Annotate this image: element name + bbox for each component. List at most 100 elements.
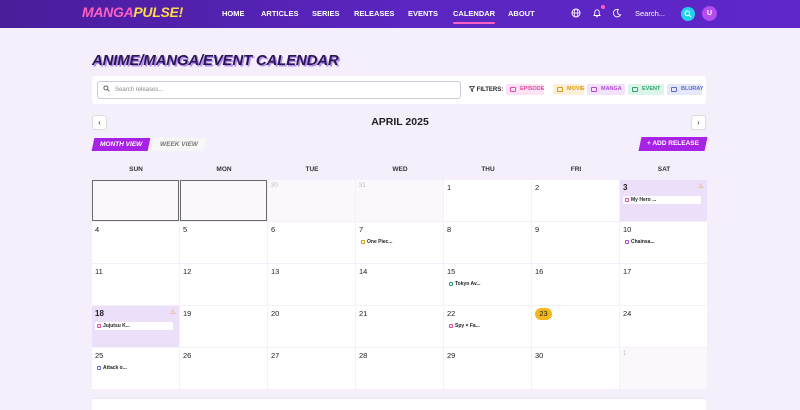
search-button[interactable] xyxy=(681,7,695,21)
weekday-thu: THU xyxy=(481,166,495,173)
day-number: 2 xyxy=(535,183,540,192)
bell-icon[interactable] xyxy=(591,8,603,20)
nav-link-about[interactable]: ABOUT xyxy=(508,0,535,28)
day-number: 14 xyxy=(359,267,368,276)
calendar-day-cell[interactable]: 10 Chainsa... xyxy=(620,222,707,263)
nav-link-calendar[interactable]: CALENDAR xyxy=(453,0,496,28)
nav-link-home[interactable]: HOME xyxy=(222,0,245,28)
day-number: 20 xyxy=(271,309,280,318)
day-number: 1 xyxy=(623,351,627,357)
calendar-day-cell[interactable] xyxy=(180,180,267,221)
filter-chip-label: BLURAY xyxy=(681,86,704,92)
event-episode-icon xyxy=(97,324,101,328)
release-event[interactable]: One Piec... xyxy=(359,238,437,246)
user-avatar[interactable]: U xyxy=(702,6,717,21)
nav-link-releases[interactable]: RELEASES xyxy=(354,0,394,28)
notification-dot xyxy=(601,5,605,9)
nav-link-articles[interactable]: ARTICLES xyxy=(261,0,299,28)
calendar-day-cell[interactable]: 1 xyxy=(620,348,707,389)
day-number: 27 xyxy=(271,351,280,360)
day-number: 5 xyxy=(183,225,188,234)
event-episode-icon xyxy=(625,198,629,202)
calendar-day-cell[interactable]: 19 xyxy=(180,306,267,347)
logo-part-pulse: PULSE! xyxy=(133,4,183,20)
release-event[interactable]: Attack o... xyxy=(95,364,173,372)
calendar-day-cell[interactable]: 8 xyxy=(444,222,531,263)
filter-chip-bluray[interactable]: BLURAY xyxy=(667,84,704,95)
calendar-day-cell[interactable]: 31 xyxy=(356,180,443,221)
month-view-button[interactable]: MONTH VIEW xyxy=(91,138,151,151)
calendar-day-cell[interactable]: 30 xyxy=(532,348,619,389)
bottom-panel xyxy=(92,398,706,410)
filter-chip-manga[interactable]: MANGA xyxy=(587,84,625,95)
calendar-day-cell[interactable]: 15 Tokyo Av... xyxy=(444,264,531,305)
day-number: 3 xyxy=(623,183,628,192)
calendar-day-cell[interactable]: 26 xyxy=(180,348,267,389)
filter-chip-movie[interactable]: MOVIE xyxy=(553,84,585,95)
event-title: Attack o... xyxy=(103,365,127,371)
release-event[interactable]: Chainsa... xyxy=(623,238,701,246)
calendar-day-cell[interactable]: 16 xyxy=(532,264,619,305)
event-bluray-icon xyxy=(97,366,101,370)
next-month-button[interactable]: › xyxy=(691,115,706,130)
calendar-day-cell[interactable]: 21 xyxy=(356,306,443,347)
moon-icon[interactable] xyxy=(611,8,623,20)
day-number: 15 xyxy=(447,267,456,276)
release-event[interactable]: Jujutsu K... xyxy=(95,322,173,330)
calendar-day-cell[interactable]: 9 xyxy=(532,222,619,263)
weekday-wed: WED xyxy=(392,166,408,173)
chevron-left-icon: ‹ xyxy=(98,118,101,127)
day-number: 25 xyxy=(95,351,104,360)
event-event-icon xyxy=(449,282,453,286)
calendar-day-cell[interactable]: 6 xyxy=(268,222,355,263)
calendar-day-cell[interactable]: 29 xyxy=(444,348,531,389)
event-title: Jujutsu K... xyxy=(103,323,130,329)
nav-link-events[interactable]: EVENTS xyxy=(408,0,438,28)
calendar-day-cell[interactable]: 2 xyxy=(532,180,619,221)
weekday-fri: FRI xyxy=(570,166,582,173)
filter-chip-event[interactable]: EVENT xyxy=(628,84,664,95)
calendar-day-cell[interactable]: 28 xyxy=(356,348,443,389)
filter-chip-label: MANGA xyxy=(601,86,622,92)
release-search-input[interactable]: Search releases... xyxy=(97,81,461,99)
release-event[interactable]: My Hero ... xyxy=(623,196,701,204)
event-episode-icon xyxy=(449,324,453,328)
nav-search-input[interactable]: Search... xyxy=(629,6,675,21)
day-number: 7 xyxy=(359,225,364,234)
month-view-label: MONTH VIEW xyxy=(99,141,143,148)
nav-link-series[interactable]: SERIES xyxy=(312,0,340,28)
top-navbar: MANGAPULSE! HOME ARTICLES SERIES RELEASES EV… xyxy=(0,0,800,28)
release-event[interactable]: Spy × Fa... xyxy=(447,322,525,330)
calendar-day-cell[interactable]: 7 One Piec... xyxy=(356,222,443,263)
day-number: 26 xyxy=(183,351,192,360)
calendar-day-cell[interactable]: 30 xyxy=(268,180,355,221)
calendar-day-cell[interactable]: 14 xyxy=(356,264,443,305)
globe-icon[interactable] xyxy=(570,8,582,20)
site-logo[interactable]: MANGAPULSE! xyxy=(82,4,183,20)
calendar-day-cell[interactable]: 25 Attack o... xyxy=(92,348,179,389)
calendar-day-cell[interactable]: 27 xyxy=(268,348,355,389)
calendar-day-cell[interactable]: 4 xyxy=(92,222,179,263)
calendar-day-cell[interactable]: 23 xyxy=(532,306,619,347)
calendar-day-cell[interactable]: 5 xyxy=(180,222,267,263)
calendar-day-cell[interactable]: 18 ♨ Jujutsu K... xyxy=(92,306,179,347)
calendar-day-cell[interactable]: 3 ♨ My Hero ... xyxy=(620,180,707,221)
calendar-day-cell[interactable]: 12 xyxy=(180,264,267,305)
day-number: 21 xyxy=(359,309,368,318)
filter-chip-episode[interactable]: EPISODE xyxy=(506,84,544,95)
search-placeholder: Search releases... xyxy=(115,87,164,93)
calendar-day-cell[interactable]: 17 xyxy=(620,264,707,305)
calendar-day-cell[interactable]: 1 xyxy=(444,180,531,221)
calendar-day-cell[interactable]: 20 xyxy=(268,306,355,347)
calendar-day-cell[interactable]: 11 xyxy=(92,264,179,305)
filter-icon xyxy=(468,86,476,93)
calendar-day-cell[interactable]: 22 Spy × Fa... xyxy=(444,306,531,347)
filter-episode-icon xyxy=(510,87,516,92)
week-view-button[interactable]: WEEK VIEW xyxy=(151,138,207,151)
calendar-day-cell[interactable]: 13 xyxy=(268,264,355,305)
calendar-day-cell[interactable]: 24 xyxy=(620,306,707,347)
release-event[interactable]: Tokyo Av... xyxy=(447,280,525,288)
calendar-day-cell[interactable] xyxy=(92,180,179,221)
prev-month-button[interactable]: ‹ xyxy=(92,115,107,130)
add-release-button[interactable]: + ADD RELEASE xyxy=(638,137,708,151)
